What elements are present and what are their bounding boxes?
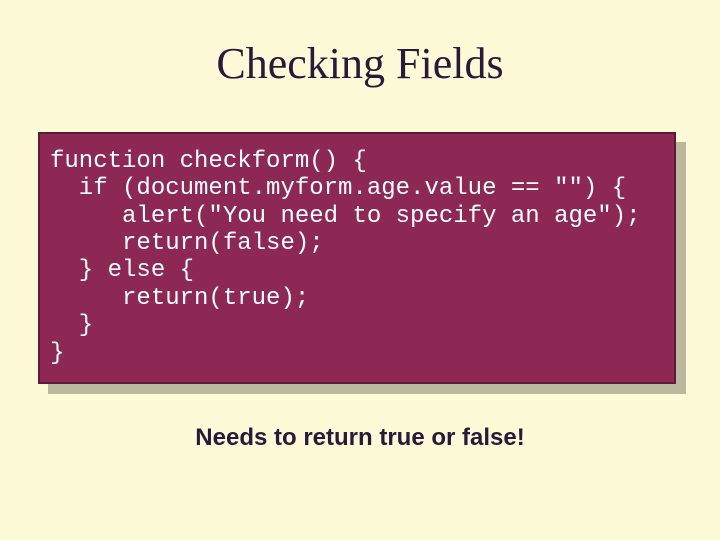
code-line: } [50,340,64,367]
code-line: alert("You need to specify an age"); [50,203,641,230]
code-block-container: function checkform() { if (document.myfo… [38,132,682,384]
slide-caption: Needs to return true or false! [0,424,720,452]
slide: Checking Fields function checkform() { i… [0,0,720,540]
code-line: } [50,312,93,339]
code-line: return(false); [50,230,324,257]
code-line: return(true); [50,285,309,312]
code-content: function checkform() { if (document.myfo… [50,148,664,367]
code-line: if (document.myform.age.value == "") { [50,175,626,202]
code-line: } else { [50,257,194,284]
slide-title: Checking Fields [0,0,720,89]
code-block: function checkform() { if (document.myfo… [38,132,676,384]
code-line: function checkform() { [50,148,367,175]
